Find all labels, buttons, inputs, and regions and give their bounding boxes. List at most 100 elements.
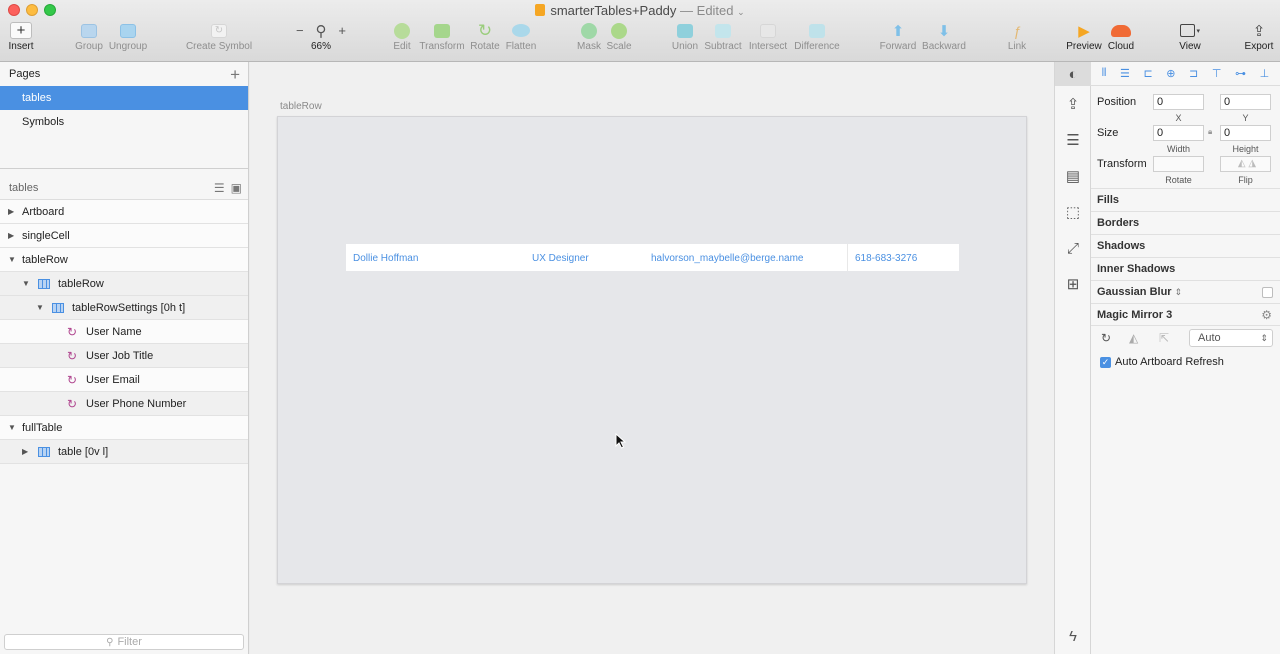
- height-input[interactable]: 0: [1220, 125, 1271, 141]
- gear-icon[interactable]: ⚙: [1261, 304, 1272, 327]
- subtract-button[interactable]: Subtract: [703, 22, 743, 60]
- layer-user-email[interactable]: ↻ User Email: [0, 368, 248, 392]
- cell-user-job-title[interactable]: UX Designer: [532, 253, 589, 264]
- disclosure-down-icon[interactable]: ▼: [36, 303, 44, 312]
- ungroup-button[interactable]: Ungroup: [108, 22, 148, 60]
- cloud-button[interactable]: Cloud: [1106, 22, 1136, 60]
- layer-user-phone-number[interactable]: ↻ User Phone Number: [0, 392, 248, 416]
- transform-button[interactable]: Transform: [419, 22, 465, 60]
- flip-vertical-icon[interactable]: ◮: [1248, 158, 1256, 169]
- disclosure-right-icon[interactable]: ▶: [22, 447, 28, 456]
- layer-table-row-settings[interactable]: ▼ tableRowSettings [0h t]: [0, 296, 248, 320]
- layer-artboard[interactable]: ▶ Artboard: [0, 200, 248, 224]
- fills-section[interactable]: Fills: [1091, 188, 1280, 211]
- align-top-icon[interactable]: ⊤: [1212, 67, 1222, 80]
- magic-mirror-mode-select[interactable]: Auto ⇕: [1189, 329, 1273, 347]
- layers-stack-icon[interactable]: ☰: [1055, 122, 1091, 158]
- position-x-input[interactable]: 0: [1153, 94, 1204, 110]
- filter-input[interactable]: ⚲ Filter: [4, 634, 244, 650]
- view-button[interactable]: ▾ View: [1174, 22, 1206, 60]
- artboard-title[interactable]: tableRow: [280, 101, 322, 112]
- difference-button[interactable]: Difference: [793, 22, 841, 60]
- mask-icon: [579, 22, 599, 39]
- align-right-icon[interactable]: ⊐: [1189, 67, 1198, 80]
- disclosure-down-icon[interactable]: ▼: [8, 423, 16, 432]
- backward-button[interactable]: ⬇ Backward: [921, 22, 967, 60]
- inner-shadows-section[interactable]: Inner Shadows: [1091, 257, 1280, 280]
- pages-panel: Pages + tables Symbols: [0, 62, 248, 169]
- gaussian-blur-section[interactable]: Gaussian Blur ⇕: [1091, 280, 1280, 303]
- transfer-icon[interactable]: ⇱: [1159, 331, 1169, 345]
- rotate-button[interactable]: ↻ Rotate: [469, 21, 501, 60]
- collapse-icon[interactable]: ▣: [231, 181, 242, 195]
- gaussian-blur-checkbox[interactable]: [1262, 287, 1273, 298]
- disclosure-right-icon[interactable]: ▶: [8, 207, 14, 216]
- mask-button[interactable]: Mask: [576, 22, 602, 60]
- layer-user-name[interactable]: ↻ User Name: [0, 320, 248, 344]
- layer-full-table[interactable]: ▼ fullTable: [0, 416, 248, 440]
- disclosure-right-icon[interactable]: ▶: [8, 231, 14, 240]
- add-page-icon[interactable]: +: [230, 66, 240, 83]
- rotate-input[interactable]: [1153, 156, 1204, 172]
- align-middle-icon[interactable]: ⊶: [1235, 67, 1246, 80]
- create-symbol-button[interactable]: ↻ Create Symbol: [186, 22, 252, 60]
- insert-button[interactable]: + Insert: [6, 22, 36, 60]
- zoom-out-icon[interactable]: −: [296, 23, 304, 38]
- layer-table-row-group[interactable]: ▼ tableRow: [0, 272, 248, 296]
- refresh-icon[interactable]: ↻: [1101, 331, 1111, 345]
- link-button[interactable]: ƒ Link: [1004, 22, 1030, 60]
- table-row[interactable]: Dollie Hoffman UX Designer halvorson_may…: [346, 244, 959, 271]
- scale-button[interactable]: Scale: [606, 22, 632, 60]
- canvas[interactable]: tableRow Dollie Hoffman UX Designer halv…: [250, 62, 1054, 654]
- intersect-button[interactable]: Intersect: [747, 22, 789, 60]
- position-row: Position 0 0 X Y: [1091, 86, 1280, 123]
- flip-buttons[interactable]: ◭ ◮: [1220, 156, 1271, 172]
- zoom-in-icon[interactable]: +: [338, 23, 346, 38]
- mirror-icon[interactable]: ◭: [1129, 331, 1138, 345]
- union-button[interactable]: Union: [670, 22, 700, 60]
- export-button[interactable]: ⇪ Export: [1242, 22, 1276, 60]
- shadows-section[interactable]: Shadows: [1091, 234, 1280, 257]
- disclosure-down-icon[interactable]: ▼: [22, 279, 30, 288]
- flip-horizontal-icon[interactable]: ◭: [1238, 158, 1246, 169]
- width-input[interactable]: 0: [1153, 125, 1204, 141]
- stepper-icon[interactable]: ⇕: [1175, 287, 1183, 297]
- align-center-icon[interactable]: ⊕: [1166, 67, 1175, 80]
- edit-button[interactable]: Edit: [390, 22, 414, 60]
- layer-single-cell[interactable]: ▶ singleCell: [0, 224, 248, 248]
- zoom-control[interactable]: − ⚲ + 66%: [296, 22, 346, 60]
- disclosure-down-icon[interactable]: ▼: [8, 255, 16, 264]
- inspector-toggle-icon[interactable]: ◐: [1055, 62, 1091, 86]
- document-title[interactable]: smarterTables+Paddy — Edited ⌄: [0, 3, 1280, 18]
- view-icon: ▾: [1180, 22, 1200, 39]
- cell-user-email[interactable]: halvorson_maybelle@berge.name: [651, 253, 803, 264]
- share-icon[interactable]: ⇪: [1055, 86, 1091, 122]
- lightning-icon[interactable]: ϟ: [1055, 618, 1091, 654]
- ungroup-icon: [118, 22, 138, 39]
- layer-table[interactable]: ▶ table [0v l]: [0, 440, 248, 464]
- layer-table-row[interactable]: ▼ tableRow: [0, 248, 248, 272]
- resize-icon[interactable]: ⤢: [1055, 230, 1091, 266]
- auto-refresh-checkbox[interactable]: ✓: [1100, 357, 1111, 368]
- lock-icon[interactable]: 🔒︎: [1208, 127, 1212, 137]
- distribute-vertical-icon[interactable]: ☰: [1120, 67, 1130, 80]
- cell-user-phone[interactable]: 618-683-3276: [855, 253, 917, 264]
- forward-button[interactable]: ⬆ Forward: [878, 22, 918, 60]
- align-left-icon[interactable]: ⊏: [1143, 67, 1152, 80]
- cell-user-name[interactable]: Dollie Hoffman: [353, 253, 418, 264]
- layer-user-job-title[interactable]: ↻ User Job Title: [0, 344, 248, 368]
- distribute-horizontal-icon[interactable]: ⫴: [1102, 67, 1107, 80]
- add-image-icon[interactable]: ⊞: [1055, 266, 1091, 302]
- group-button[interactable]: Group: [74, 22, 104, 60]
- preview-button[interactable]: ▶ Preview: [1066, 22, 1102, 60]
- artboard[interactable]: Dollie Hoffman UX Designer halvorson_may…: [277, 116, 1027, 584]
- position-y-input[interactable]: 0: [1220, 94, 1271, 110]
- borders-section[interactable]: Borders: [1091, 211, 1280, 234]
- document-icon[interactable]: ▤: [1055, 158, 1091, 194]
- list-view-icon[interactable]: ☰: [214, 181, 225, 195]
- flatten-button[interactable]: Flatten: [505, 22, 537, 60]
- align-bottom-icon[interactable]: ⊥: [1260, 67, 1270, 80]
- selection-icon[interactable]: ⬚: [1055, 194, 1091, 230]
- page-item-tables[interactable]: tables: [0, 86, 248, 110]
- page-item-symbols[interactable]: Symbols: [0, 110, 248, 134]
